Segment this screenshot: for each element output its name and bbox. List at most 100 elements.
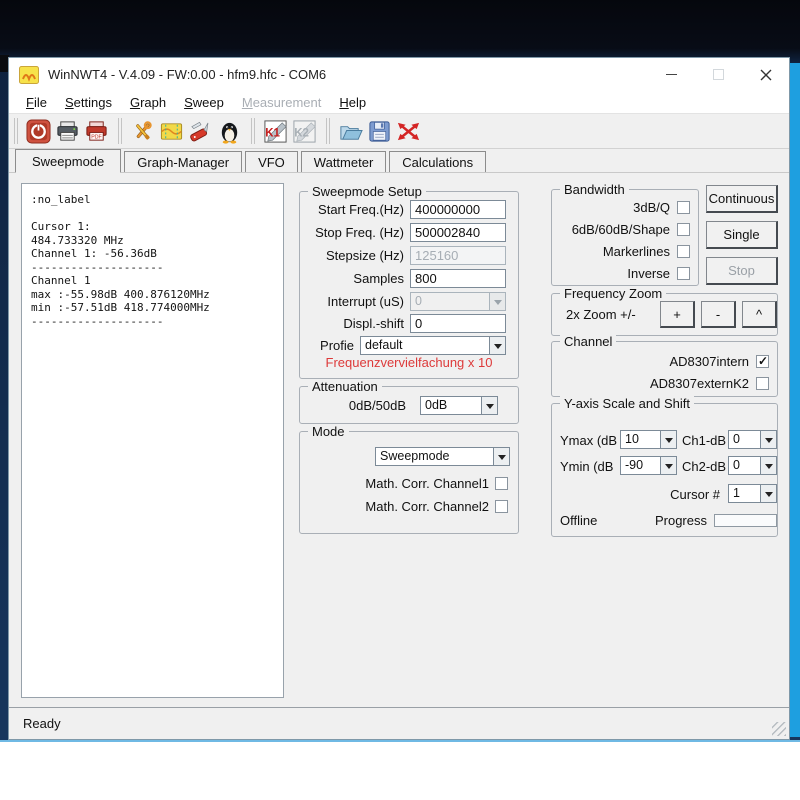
samples-row: Samples <box>306 269 506 288</box>
disconnect-button[interactable] <box>394 117 423 145</box>
tab-vfo[interactable]: VFO <box>245 151 298 172</box>
displ-shift-input[interactable] <box>410 314 506 333</box>
stepsize-row: Stepsize (Hz) <box>306 246 506 265</box>
ad8307-intern-label: AD8307intern <box>669 353 750 369</box>
displ-shift-row: Displ.-shift <box>306 314 506 333</box>
attenuation-combo[interactable]: 0dB <box>420 396 498 415</box>
frequency-zoom-group: Frequency Zoom 2x Zoom +/- + - ^ <box>551 286 778 336</box>
stop-freq-input[interactable] <box>410 223 506 242</box>
start-freq-input[interactable] <box>410 200 506 219</box>
screenshot-canvas: WinNWT4 - V.4.09 - FW:0.00 - hfm9.hfc - … <box>0 0 800 800</box>
interrupt-label: Interrupt (uS) <box>327 294 404 309</box>
cursor-number-value: 1 <box>733 486 740 500</box>
toolbox-button[interactable] <box>157 117 186 145</box>
tab-bar: Sweepmode Graph-Manager VFO Wattmeter Ca… <box>9 149 789 173</box>
menu-bar: File Settings Graph Sweep Measurement He… <box>9 91 789 113</box>
desktop-blue-strip <box>789 63 800 737</box>
k2-icon: K2 <box>293 119 316 143</box>
stop-button[interactable]: Stop <box>706 257 778 285</box>
pocket-knife-button[interactable] <box>186 117 215 145</box>
open-file-button[interactable] <box>336 117 365 145</box>
zoom-out-button[interactable]: - <box>701 301 736 328</box>
samples-input[interactable] <box>410 269 506 288</box>
window-title: WinNWT4 - V.4.09 - FW:0.00 - hfm9.hfc - … <box>48 67 327 82</box>
tools-button[interactable] <box>128 117 157 145</box>
tab-graph-manager[interactable]: Graph-Manager <box>124 151 243 172</box>
markerlines-row: Markerlines <box>552 240 698 262</box>
inverse-row: Inverse <box>552 262 698 284</box>
attenuation-row: 0dB/50dB 0dB <box>306 396 498 415</box>
print-icon <box>57 120 78 141</box>
math-corr-ch2-label: Math. Corr. Channel2 <box>365 499 489 514</box>
ymin-combo[interactable]: -90 <box>620 456 677 475</box>
print-pdf-button[interactable]: PDF <box>82 117 111 145</box>
menu-measurement[interactable]: Measurement <box>233 93 331 112</box>
continuous-button[interactable]: Continuous <box>706 185 778 213</box>
tab-sweepmode[interactable]: Sweepmode <box>15 149 122 173</box>
zoom-reset-button[interactable]: ^ <box>742 301 777 328</box>
penguin-button[interactable] <box>215 117 244 145</box>
mode-combo[interactable]: Sweepmode <box>375 447 510 466</box>
pocket-knife-icon <box>190 121 209 141</box>
disconnect-icon <box>397 122 420 140</box>
tab-calculations[interactable]: Calculations <box>389 151 487 172</box>
toolbar-group-tools <box>116 117 244 145</box>
calibrate-k2-button[interactable]: K2 <box>290 117 319 145</box>
profile-label: Profie <box>320 338 354 353</box>
ymin-value: -90 <box>625 458 644 472</box>
ch1-db-combo[interactable]: 0 <box>728 430 777 449</box>
open-file-icon <box>340 125 363 140</box>
samples-label: Samples <box>353 271 404 286</box>
menu-settings[interactable]: Settings <box>56 93 121 112</box>
ymax-combo[interactable]: 10 <box>620 430 677 449</box>
resize-grip[interactable] <box>772 722 786 736</box>
sweepmode-setup-group: Sweepmode Setup Start Freq.(Hz) Stop Fre… <box>299 184 519 379</box>
markerlines-checkbox[interactable] <box>677 244 690 258</box>
math-corr-ch2-row: Math. Corr. Channel2 <box>306 497 508 516</box>
stepsize-input[interactable] <box>410 246 506 265</box>
inverse-checkbox[interactable] <box>677 266 690 280</box>
interrupt-combo[interactable]: 0 <box>410 292 506 311</box>
menu-file[interactable]: File <box>17 93 56 112</box>
bandwidth-6db-checkbox[interactable] <box>677 222 690 236</box>
status-text: Ready <box>23 716 61 731</box>
profile-value: default <box>365 338 403 352</box>
bandwidth-3db-checkbox[interactable] <box>677 200 690 214</box>
math-corr-ch1-checkbox[interactable] <box>495 477 508 490</box>
cursor-info-panel: :no_label Cursor 1: 484.733320 MHz Chann… <box>21 183 284 698</box>
toolbox-icon <box>160 122 183 140</box>
ymin-label: Ymin (dB <box>560 459 614 474</box>
ch2-db-label: Ch2-dB <box>682 459 727 474</box>
group-title: Channel <box>560 334 617 349</box>
menu-sweep[interactable]: Sweep <box>175 93 233 112</box>
ad8307-extern-checkbox[interactable] <box>756 376 769 390</box>
group-title: Mode <box>308 424 349 439</box>
ch2-db-combo[interactable]: 0 <box>728 456 777 475</box>
bandwidth-3db-row: 3dB/Q <box>552 196 698 218</box>
group-title: Y-axis Scale and Shift <box>560 396 694 411</box>
math-corr-ch2-checkbox[interactable] <box>495 500 508 513</box>
frequency-multiplier-note: Frequenzvervielfachung x 10 <box>325 355 493 370</box>
save-file-icon <box>369 120 390 142</box>
power-button[interactable] <box>24 117 53 145</box>
interrupt-value: 0 <box>415 294 422 308</box>
calibrate-k1-button[interactable]: K1 <box>261 117 290 145</box>
print-button[interactable] <box>53 117 82 145</box>
menu-help[interactable]: Help <box>330 93 375 112</box>
tab-wattmeter[interactable]: Wattmeter <box>300 151 387 172</box>
close-button[interactable] <box>742 58 789 91</box>
single-button[interactable]: Single <box>706 221 778 249</box>
minimize-button[interactable] <box>648 58 695 91</box>
toolbar-handle <box>251 118 255 144</box>
app-window: WinNWT4 - V.4.09 - FW:0.00 - hfm9.hfc - … <box>8 57 790 740</box>
zoom-in-button[interactable]: + <box>660 301 695 328</box>
ymax-value: 10 <box>625 432 639 446</box>
maximize-button[interactable] <box>695 58 742 91</box>
menu-graph[interactable]: Graph <box>121 93 175 112</box>
bandwidth-group: Bandwidth 3dB/Q 6dB/60dB/Shape Markerlin… <box>551 182 699 286</box>
cursor-number-combo[interactable]: 1 <box>728 484 777 503</box>
profile-combo[interactable]: default <box>360 336 506 355</box>
channel-group: Channel AD8307intern AD8307externK2 <box>551 334 778 397</box>
ad8307-intern-checkbox[interactable] <box>756 354 769 368</box>
save-file-button[interactable] <box>365 117 394 145</box>
